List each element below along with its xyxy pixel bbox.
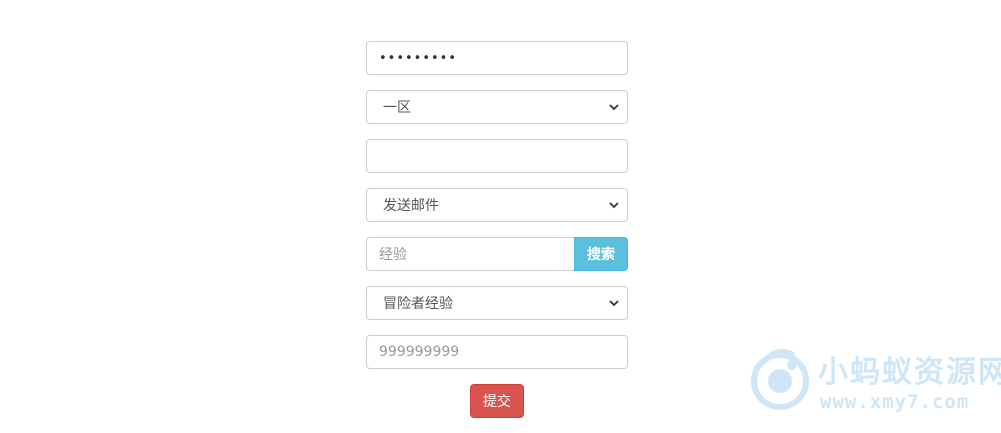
region-select-value: 一区 bbox=[383, 100, 411, 116]
submit-button[interactable]: 提交 bbox=[470, 384, 524, 418]
password-input[interactable]: ••••••••• bbox=[366, 41, 628, 75]
watermark-title: 小蚂蚁资源网 bbox=[818, 355, 1001, 390]
chevron-down-icon bbox=[609, 102, 619, 112]
blank-input[interactable] bbox=[366, 139, 628, 173]
action-select[interactable]: 发送邮件 bbox=[366, 188, 628, 222]
search-placeholder: 经验 bbox=[379, 247, 407, 263]
page: ••••••••• 一区 发送邮件 经验 搜索 冒险者经验 999999999 … bbox=[0, 0, 1001, 433]
ant-logo-icon bbox=[751, 349, 809, 410]
password-value: ••••••••• bbox=[379, 50, 458, 66]
search-group: 经验 搜索 bbox=[366, 237, 628, 271]
chevron-down-icon bbox=[609, 298, 619, 308]
search-input[interactable]: 经验 bbox=[366, 237, 574, 271]
gm-form: ••••••••• 一区 发送邮件 经验 搜索 冒险者经验 999999999 … bbox=[366, 41, 628, 418]
watermark: 小蚂蚁资源网 www.xmy7.com bbox=[748, 345, 1001, 420]
amount-input-value: 999999999 bbox=[379, 344, 460, 360]
watermark-url: www.xmy7.com bbox=[820, 391, 970, 413]
chevron-down-icon bbox=[609, 200, 619, 210]
action-select-value: 发送邮件 bbox=[383, 198, 439, 214]
type-select[interactable]: 冒险者经验 bbox=[366, 286, 628, 320]
region-select[interactable]: 一区 bbox=[366, 90, 628, 124]
search-button[interactable]: 搜索 bbox=[574, 237, 628, 271]
submit-wrap: 提交 bbox=[366, 384, 628, 418]
type-select-value: 冒险者经验 bbox=[383, 296, 453, 312]
amount-input[interactable]: 999999999 bbox=[366, 335, 628, 369]
